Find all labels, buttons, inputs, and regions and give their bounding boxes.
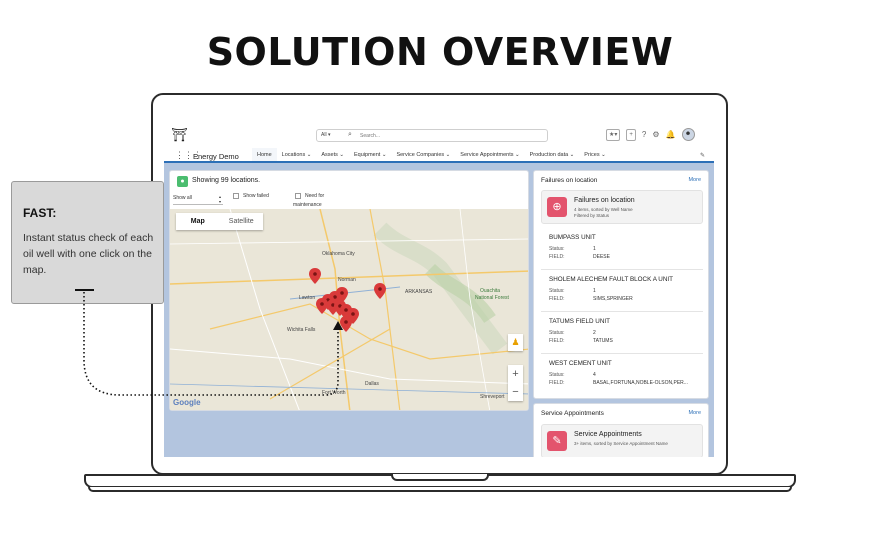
map-pin[interactable] <box>340 316 352 332</box>
tab-equipment[interactable]: Equipment ⌄ <box>349 148 391 163</box>
failures-more-link[interactable]: More <box>688 177 701 183</box>
laptop-screen: ⛩ All ▾ ⌕ Search... ★▾ + ? ⚙ 🔔 ☻ ⋮⋮⋮ Ene… <box>164 115 714 457</box>
failures-report-filter: Filtered by Status <box>574 213 610 218</box>
callout-title: FAST: <box>23 206 57 220</box>
zoom-in-button[interactable]: + <box>508 365 523 383</box>
field-value: BASAL,FORTUNA,NOBLE-OLSON,PER... <box>593 380 688 386</box>
well-name: BUMPASS UNIT <box>549 234 596 241</box>
tab-production-data[interactable]: Production data ⌄ <box>525 148 580 163</box>
show-failed-checkbox[interactable] <box>233 193 239 199</box>
failures-card-title: Failures on location <box>541 177 598 184</box>
locations-count: Showing 99 locations. <box>192 177 261 184</box>
favorites-star-icon[interactable]: ★▾ <box>606 128 621 141</box>
street-view-pegman-icon[interactable]: ♟ <box>508 334 523 351</box>
well-name: TATUMS FIELD UNIT <box>549 318 610 325</box>
service-report-title: Service Appointments <box>574 431 642 438</box>
search-scope-dropdown[interactable]: All ▾ <box>321 132 330 138</box>
map-card: ● Showing 99 locations. Show all ▴ ▾ Show … <box>169 170 529 411</box>
map-type-toggle: Map Satellite <box>176 213 263 230</box>
tab-assets[interactable]: Assets ⌄ <box>316 148 349 163</box>
setup-gear-icon[interactable]: ⚙ <box>652 130 659 140</box>
map-pin[interactable] <box>374 283 386 299</box>
stage: SOLUTION OVERVIEW ⛩ All ▾ ⌕ Search... ★▾… <box>0 0 880 552</box>
status-label: Status: <box>549 330 565 336</box>
status-label: Status: <box>549 288 565 294</box>
list-item[interactable]: TATUMS FIELD UNIT Status: 2 FIELD: TATUM… <box>541 314 703 354</box>
google-logo: Google <box>173 398 201 407</box>
map-pin[interactable] <box>316 298 328 314</box>
status-label: Status: <box>549 246 565 252</box>
wrench-icon: ✎ <box>547 431 567 451</box>
global-search[interactable]: All ▾ ⌕ Search... <box>316 129 548 142</box>
list-item[interactable]: SHOLEM ALECHEM FAULT BLOCK A UNIT Status… <box>541 272 703 312</box>
callout-dash <box>75 289 94 291</box>
failures-report-sub: 4 items, sorted by Well Name <box>574 207 633 212</box>
edit-nav-pencil-icon[interactable]: ✎ <box>700 152 705 159</box>
list-item[interactable]: WEST CEMENT UNIT Status: 4 FIELD: BASAL,… <box>541 356 703 396</box>
status-value: 1 <box>593 246 596 252</box>
callout-body: Instant status check of each oil well wi… <box>23 232 154 276</box>
failures-report-link[interactable]: ⊕ Failures on location 4 items, sorted b… <box>541 190 703 224</box>
field-value: SIMS,SPRINGER <box>593 296 633 302</box>
service-report-link[interactable]: ✎ Service Appointments 3+ items, sorted … <box>541 424 703 457</box>
status-value: 4 <box>593 372 596 378</box>
map-view[interactable]: Oklahoma City Norman Lawton Wichita Fall… <box>170 209 528 410</box>
field-label: FIELD: <box>549 338 565 344</box>
zoom-out-button[interactable]: − <box>508 383 523 401</box>
field-label: FIELD: <box>549 296 565 302</box>
need-maintenance-checkbox[interactable] <box>295 193 301 199</box>
map-pin[interactable] <box>309 268 321 284</box>
well-name: SHOLEM ALECHEM FAULT BLOCK A UNIT <box>549 276 673 283</box>
laptop-notch <box>391 474 489 481</box>
global-header: ⛩ All ▾ ⌕ Search... ★▾ + ? ⚙ 🔔 ☻ <box>164 115 714 148</box>
failures-report-title: Failures on location <box>574 197 635 204</box>
search-input[interactable]: Search... <box>360 133 380 139</box>
status-value: 2 <box>593 330 596 336</box>
zoom-controls: + − <box>508 365 523 401</box>
service-report-sub: 3+ items, sorted by Service Appointment … <box>574 441 668 446</box>
help-icon[interactable]: ? <box>642 130 646 140</box>
nav-tabs: Home Locations ⌄ Assets ⌄ Equipment ⌄ Se… <box>252 148 611 163</box>
need-maintenance-label: Need for <box>305 193 325 199</box>
org-logo-icon[interactable]: ⛩ <box>171 128 188 143</box>
service-more-link[interactable]: More <box>688 410 701 416</box>
status-value: 1 <box>593 288 596 294</box>
laptop-base-lip <box>88 487 792 492</box>
show-failed-label: Show failed <box>243 193 269 199</box>
service-card-title: Service Appointments <box>541 410 604 417</box>
tab-home[interactable]: Home <box>252 148 277 163</box>
tab-service-companies[interactable]: Service Companies ⌄ <box>391 148 455 163</box>
list-item[interactable]: BUMPASS UNIT Status: 1 FIELD: DEESE <box>541 230 703 270</box>
notifications-bell-icon[interactable]: 🔔 <box>666 130 676 140</box>
app-navbar: ⋮⋮⋮ Energy Demo Home Locations ⌄ Assets … <box>164 148 714 163</box>
location-pin-icon: ● <box>177 176 188 187</box>
global-actions-plus-icon[interactable]: + <box>626 128 636 141</box>
app-name: Energy Demo <box>193 152 239 161</box>
service-appointments-card: Service Appointments More ✎ Service Appo… <box>533 403 709 457</box>
tab-locations[interactable]: Locations ⌄ <box>277 148 317 163</box>
map-tab-map[interactable]: Map <box>176 213 220 230</box>
map-tab-satellite[interactable]: Satellite <box>220 213 264 230</box>
status-label: Status: <box>549 372 565 378</box>
tab-service-appointments[interactable]: Service Appointments ⌄ <box>455 148 524 163</box>
status-filter-select[interactable]: Show all ▴ ▾ <box>173 193 223 205</box>
need-maintenance-label-2: maintenance <box>293 202 322 208</box>
search-icon: ⌕ <box>348 131 352 138</box>
field-value: DEESE <box>593 254 610 260</box>
field-label: FIELD: <box>549 254 565 260</box>
failures-card: Failures on location More ⊕ Failures on … <box>533 170 709 399</box>
map-pins <box>309 268 386 332</box>
callout-box: FAST: Instant status check of each oil w… <box>11 181 164 304</box>
user-avatar[interactable]: ☻ <box>681 128 695 141</box>
globe-icon: ⊕ <box>547 197 567 217</box>
page-headline: SOLUTION OVERVIEW <box>206 30 674 74</box>
well-name: WEST CEMENT UNIT <box>549 360 612 367</box>
field-value: TATUMS <box>593 338 613 344</box>
header-actions: ★▾ + ? ⚙ 🔔 ☻ <box>606 128 695 141</box>
tab-prices[interactable]: Prices ⌄ <box>579 148 610 163</box>
field-label: FIELD: <box>549 380 565 386</box>
